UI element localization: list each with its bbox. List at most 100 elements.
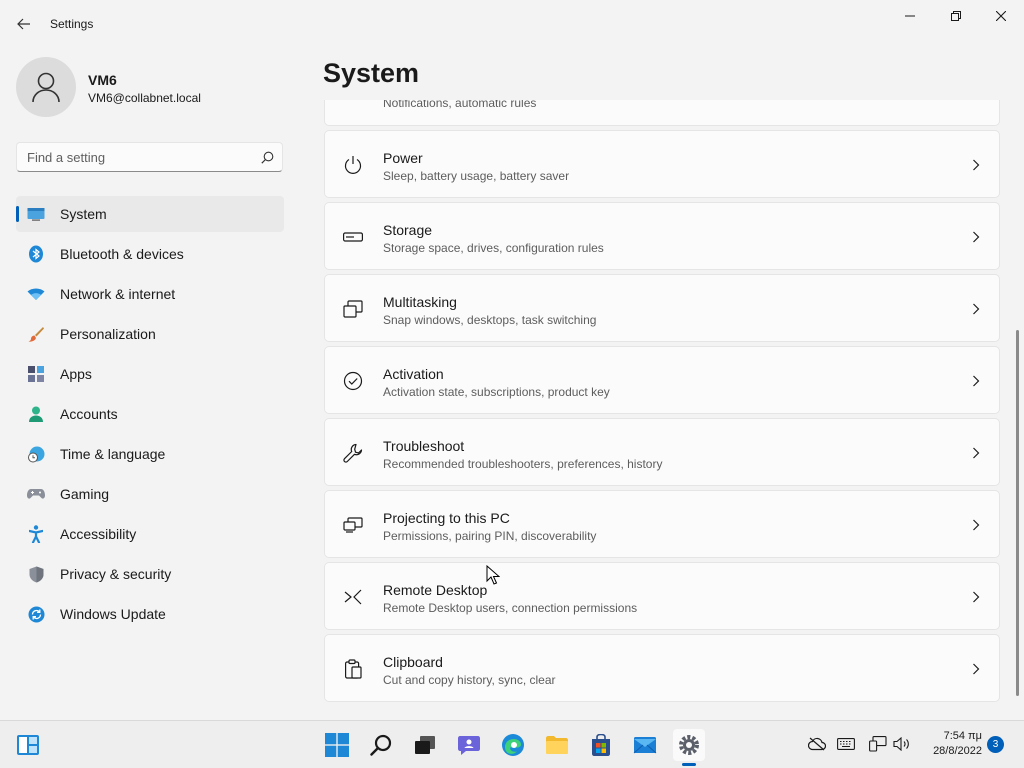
brush-icon	[27, 325, 45, 343]
settings-card-activation[interactable]: Activation Activation state, subscriptio…	[324, 346, 1000, 414]
multitasking-icon	[343, 299, 363, 319]
card-description: Permissions, pairing PIN, discoverabilit…	[383, 529, 597, 543]
volume-icon[interactable]	[893, 736, 911, 752]
minimize-button[interactable]	[887, 0, 933, 32]
storage-icon	[343, 227, 363, 247]
settings-card-remote-desktop[interactable]: Remote Desktop Remote Desktop users, con…	[324, 562, 1000, 630]
settings-card-power[interactable]: Power Sleep, battery usage, battery save…	[324, 130, 1000, 198]
settings-card-clipboard[interactable]: Clipboard Cut and copy history, sync, cl…	[324, 634, 1000, 702]
restore-button[interactable]	[933, 0, 979, 32]
settings-icon	[679, 735, 699, 755]
store-icon	[592, 734, 610, 756]
sidebar-item-personalization[interactable]: Personalization	[16, 316, 284, 352]
start-icon	[325, 733, 349, 757]
start-button[interactable]	[321, 729, 353, 761]
minimize-icon	[905, 15, 915, 17]
search-box	[16, 142, 283, 172]
edge-button[interactable]	[497, 729, 529, 761]
chevron-right-icon	[969, 374, 983, 388]
sidebar-item-accounts[interactable]: Accounts	[16, 396, 284, 432]
file-explorer-button[interactable]	[541, 729, 573, 761]
apps-icon	[27, 365, 45, 383]
person-icon	[32, 72, 60, 103]
card-title: Activation	[383, 366, 444, 382]
cloud-off-icon[interactable]	[808, 736, 826, 752]
active-app-indicator	[682, 763, 696, 766]
app-title: Settings	[50, 17, 94, 31]
task-view-button[interactable]	[409, 729, 441, 761]
chat-button[interactable]	[453, 729, 485, 761]
keyboard-icon[interactable]	[837, 736, 855, 752]
settings-card-multitasking[interactable]: Multitasking Snap windows, desktops, tas…	[324, 274, 1000, 342]
check-circle-icon	[343, 371, 363, 391]
taskbar-search-button[interactable]	[365, 729, 397, 761]
settings-taskbar-button[interactable]	[673, 729, 705, 761]
card-description: Storage space, drives, configuration rul…	[383, 241, 604, 255]
sidebar-item-label: System	[60, 206, 107, 222]
mouse-cursor-icon	[486, 565, 500, 585]
sidebar-item-time-language[interactable]: Time & language	[16, 436, 284, 472]
notification-badge[interactable]: 3	[987, 736, 1004, 753]
card-title: Remote Desktop	[383, 582, 488, 598]
scrollbar-thumb[interactable]	[1016, 330, 1019, 696]
widgets-button[interactable]	[12, 729, 44, 761]
chevron-right-icon	[969, 158, 983, 172]
taskbar-clock[interactable]: 7:54 πμ 28/8/2022	[916, 729, 982, 759]
edge-icon	[502, 734, 524, 756]
sidebar-item-label: Apps	[60, 366, 92, 382]
sidebar-item-privacy-security[interactable]: Privacy & security	[16, 556, 284, 592]
sidebar-item-system[interactable]: System	[16, 196, 284, 232]
sidebar-item-label: Gaming	[60, 486, 110, 502]
close-button[interactable]	[978, 0, 1024, 32]
avatar[interactable]	[16, 57, 76, 117]
sidebar-item-accessibility[interactable]: Accessibility	[16, 516, 284, 552]
store-button[interactable]	[585, 729, 617, 761]
wifi-icon	[27, 285, 45, 303]
card-description: Remote Desktop users, connection permiss…	[383, 601, 638, 615]
sidebar-item-apps[interactable]: Apps	[16, 356, 284, 392]
sidebar-item-label: Bluetooth & devices	[60, 246, 184, 262]
search-input[interactable]	[17, 143, 252, 171]
update-icon	[27, 605, 45, 623]
card-description: Activation state, subscriptions, product…	[383, 385, 610, 399]
sidebar-item-label: Windows Update	[60, 606, 166, 622]
page-title: System	[323, 58, 420, 88]
card-description: Notifications, automatic rules	[383, 100, 537, 110]
clock-date: 28/8/2022	[933, 745, 982, 757]
card-title: Storage	[383, 222, 433, 238]
settings-card-storage[interactable]: Storage Storage space, drives, configura…	[324, 202, 1000, 270]
chevron-right-icon	[969, 590, 983, 604]
power-icon	[343, 155, 363, 175]
projecting-icon	[343, 515, 363, 535]
user-name: VM6	[88, 72, 117, 88]
card-title: Power	[383, 150, 423, 166]
search-icon[interactable]	[252, 143, 282, 171]
settings-card-troubleshoot[interactable]: Troubleshoot Recommended troubleshooters…	[324, 418, 1000, 486]
shield-icon	[27, 565, 45, 583]
settings-card-notifications[interactable]: Notifications, automatic rules	[324, 100, 1000, 126]
sidebar-item-windows-update[interactable]: Windows Update	[16, 596, 284, 632]
user-email: VM6@collabnet.local	[88, 91, 201, 105]
card-title: Projecting to this PC	[383, 510, 510, 526]
sidebar-item-bluetooth[interactable]: Bluetooth & devices	[16, 236, 284, 272]
accessibility-icon	[27, 525, 45, 543]
card-description: Sleep, battery usage, battery saver	[383, 169, 570, 183]
sidebar-item-label: Time & language	[60, 446, 166, 462]
wrench-icon	[343, 443, 363, 463]
settings-card-projecting[interactable]: Projecting to this PC Permissions, pairi…	[324, 490, 1000, 558]
remote-desktop-icon	[343, 587, 363, 607]
task-view-icon	[415, 736, 435, 754]
widgets-icon	[17, 735, 39, 755]
back-button[interactable]	[10, 12, 38, 36]
card-title: Multitasking	[383, 294, 457, 310]
chevron-right-icon	[969, 230, 983, 244]
sidebar-item-gaming[interactable]: Gaming	[16, 476, 284, 512]
restore-icon	[951, 11, 961, 21]
sidebar-nav: System Bluetooth & devices Network & int…	[16, 196, 284, 636]
sidebar-item-network[interactable]: Network & internet	[16, 276, 284, 312]
chevron-right-icon	[969, 662, 983, 676]
close-icon	[996, 11, 1006, 21]
network-icon[interactable]	[869, 736, 887, 752]
sidebar-item-label: Network & internet	[60, 286, 176, 302]
mail-button[interactable]	[629, 729, 661, 761]
